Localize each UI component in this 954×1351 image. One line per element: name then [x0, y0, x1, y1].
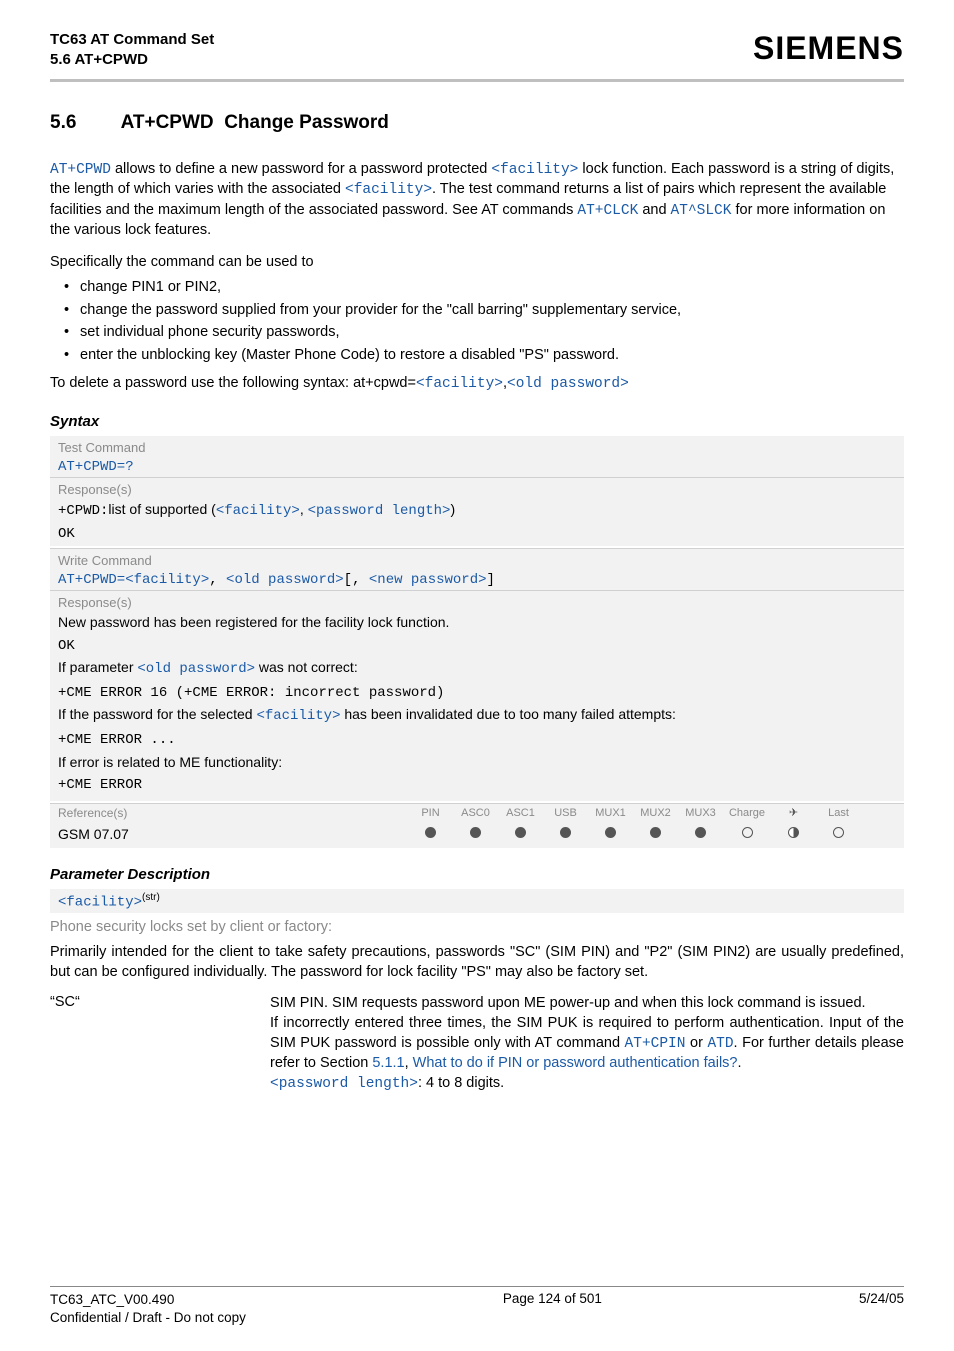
col-pin: PIN [408, 807, 453, 819]
footer-date: 5/24/05 [859, 1291, 904, 1327]
write-resp-l1: New password has been registered for the… [50, 612, 904, 634]
param-sc-key: “SC“ [50, 994, 260, 1094]
page-header: TC63 AT Command Set 5.6 AT+CPWD SIEMENS [50, 30, 904, 79]
dot-airplane [771, 827, 816, 841]
reference-value: GSM 07.07 [58, 826, 408, 842]
cme-error-dots: +CME ERROR ... [58, 732, 176, 748]
reference-value-row: GSM 07.07 [50, 822, 904, 848]
response-label: Response(s) [50, 478, 904, 499]
param-body: Primarily intended for the client to tak… [50, 943, 904, 982]
link-section-511[interactable]: 5.1.1 [372, 1055, 404, 1071]
bullet-item: change the password supplied from your p… [64, 299, 904, 321]
col-mux2: MUX2 [633, 807, 678, 819]
write-resp-l2: If parameter <old password> was not corr… [50, 657, 904, 681]
param-facility4[interactable]: <facility> [256, 708, 340, 724]
param-facility-name[interactable]: <facility> [58, 894, 142, 910]
bullet-item: change PIN1 or PIN2, [64, 276, 904, 298]
section-title: Change Password [224, 112, 389, 133]
reference-label: Reference(s) [58, 806, 408, 820]
bullet-item: set individual phone security passwords, [64, 321, 904, 343]
param-desc-heading: Parameter Description [50, 866, 904, 883]
spec-intro: Specifically the command can be used to [50, 253, 904, 273]
param-oldpassword[interactable]: <old password> [507, 376, 629, 392]
cme-error: +CME ERROR [58, 777, 142, 793]
param-name-box: <facility>(str) [50, 889, 904, 914]
col-last: Last [816, 807, 861, 819]
param-facility[interactable]: <facility> [491, 162, 578, 178]
col-usb: USB [543, 807, 588, 819]
param-pwdlength[interactable]: <password length> [308, 503, 451, 519]
ok-text: OK [58, 526, 75, 542]
link-atslck[interactable]: AT^SLCK [671, 203, 732, 219]
link-what-to-do[interactable]: What to do if PIN or password authentica… [413, 1055, 738, 1071]
test-command-box: Test Command AT+CPWD=? Response(s) +CPWD… [50, 436, 904, 546]
dot-mux1 [588, 827, 633, 841]
link-atcpin[interactable]: AT+CPIN [625, 1036, 686, 1052]
dot-usb [543, 827, 588, 841]
bullet-item: enter the unblocking key (Master Phone C… [64, 344, 904, 366]
col-asc1: ASC1 [498, 807, 543, 819]
ok-text2: OK [58, 638, 75, 654]
param-oldpw2[interactable]: <old password> [137, 661, 255, 677]
write-command: AT+CPWD=<facility>, <old password>[, <ne… [50, 570, 904, 590]
test-command: AT+CPWD=? [50, 457, 904, 477]
syntax-heading: Syntax [50, 413, 904, 430]
section-number: 5.6 [50, 112, 116, 134]
col-mux1: MUX1 [588, 807, 633, 819]
write-response-label: Response(s) [50, 591, 904, 612]
param-pwdlen2[interactable]: <password length> [270, 1076, 418, 1092]
dot-last [816, 827, 861, 841]
link-atclck[interactable]: AT+CLCK [577, 203, 638, 219]
col-mux3: MUX3 [678, 807, 723, 819]
bullet-list: change PIN1 or PIN2, change the password… [50, 276, 904, 366]
param-facility3[interactable]: <facility> [416, 376, 503, 392]
page-footer: TC63_ATC_V00.490 Confidential / Draft - … [50, 1226, 904, 1327]
param-sc-value: SIM PIN. SIM requests password upon ME p… [270, 994, 904, 1094]
header-rule [50, 79, 904, 82]
write-command-box: Write Command AT+CPWD=<facility>, <old p… [50, 548, 904, 801]
col-asc0: ASC0 [453, 807, 498, 819]
footer-conf: Confidential / Draft - Do not copy [50, 1309, 246, 1327]
test-command-label: Test Command [50, 436, 904, 457]
doc-title: TC63 AT Command Set [50, 30, 214, 50]
footer-page: Page 124 of 501 [503, 1291, 602, 1327]
dot-asc0 [453, 827, 498, 841]
write-command-label: Write Command [50, 549, 904, 570]
param-type-sup: (str) [142, 892, 160, 903]
section-command: AT+CPWD [121, 112, 214, 133]
link-atcpwd[interactable]: AT+CPWD [50, 162, 111, 178]
col-airplane-icon: ✈ [771, 806, 816, 819]
write-resp-l4: If the password for the selected <facili… [50, 704, 904, 728]
doc-subtitle: 5.6 AT+CPWD [50, 50, 214, 70]
intro-paragraph: AT+CPWD allows to define a new password … [50, 160, 904, 241]
dot-mux3 [678, 827, 723, 841]
reference-header-row: Reference(s) PIN ASC0 ASC1 USB MUX1 MUX2… [50, 803, 904, 822]
header-left: TC63 AT Command Set 5.6 AT+CPWD [50, 30, 214, 71]
reference-columns: PIN ASC0 ASC1 USB MUX1 MUX2 MUX3 Charge … [408, 806, 861, 819]
dot-mux2 [633, 827, 678, 841]
param-facility2[interactable]: <facility> [345, 182, 432, 198]
delete-syntax-line: To delete a password use the following s… [50, 374, 904, 395]
param-facility-resp[interactable]: <facility> [216, 503, 300, 519]
link-atd[interactable]: ATD [707, 1036, 733, 1052]
col-charge: Charge [723, 807, 771, 819]
cme-error-16: +CME ERROR 16 (+CME ERROR: incorrect pas… [58, 685, 444, 701]
reference-dots [408, 827, 861, 841]
footer-doc: TC63_ATC_V00.490 [50, 1291, 246, 1309]
section-heading: 5.6 AT+CPWD Change Password [50, 112, 904, 134]
param-sc-row: “SC“ SIM PIN. SIM requests password upon… [50, 994, 904, 1094]
param-intro: Phone security locks set by client or fa… [50, 919, 904, 935]
write-resp-l6: If error is related to ME functionality: [50, 752, 904, 774]
dot-charge [723, 827, 771, 841]
brand-logo: SIEMENS [753, 30, 904, 67]
dot-asc1 [498, 827, 543, 841]
dot-pin [408, 827, 453, 841]
test-response: +CPWD:list of supported (<facility>, <pa… [50, 499, 904, 523]
